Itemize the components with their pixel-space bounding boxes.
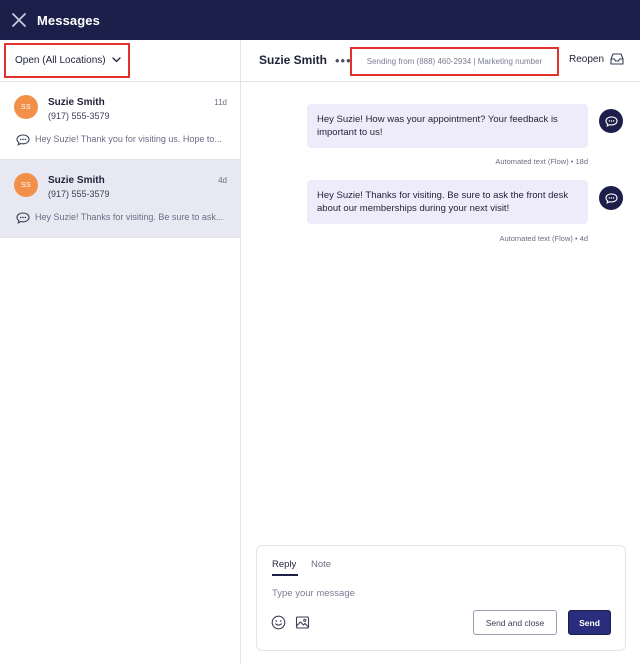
close-icon[interactable]: [11, 12, 27, 28]
message-bubble: Hey Suzie! Thanks for visiting. Be sure …: [307, 180, 588, 224]
conversation-phone: (917) 555-3579: [48, 111, 110, 121]
chat-bubble-icon: [16, 211, 30, 229]
tab-reply[interactable]: Reply: [272, 559, 296, 570]
contact-name: Suzie Smith: [259, 53, 328, 67]
sending-from-selector[interactable]: Sending from (888) 460-2934 | Marketing …: [350, 47, 559, 76]
chat-panel: Suzie Smith ••• Sending from (888) 460-2…: [241, 40, 640, 664]
conversation-sidebar: Open (All Locations) SS Suzie Smith (917…: [0, 40, 241, 664]
location-filter-dropdown[interactable]: Open (All Locations): [4, 43, 130, 78]
page-title: Messages: [37, 12, 100, 28]
image-icon[interactable]: [295, 615, 310, 635]
top-bar: Messages: [0, 0, 640, 40]
chat-bubble-icon: [599, 186, 623, 210]
conversation-item[interactable]: SS Suzie Smith (917) 555-3579 11d Hey Su…: [0, 82, 240, 160]
conversation-preview: Hey Suzie! Thanks for visiting. Be sure …: [35, 212, 224, 222]
message-meta: Automated text (Flow) • 4d: [499, 234, 589, 243]
conversation-item[interactable]: SS Suzie Smith (917) 555-3579 4d Hey Suz…: [0, 160, 240, 238]
send-and-close-button[interactable]: Send and close: [473, 610, 557, 635]
avatar: SS: [14, 173, 38, 197]
message-composer: Reply Note Send and close Send: [256, 545, 626, 651]
reopen-button[interactable]: Reopen: [569, 54, 604, 65]
avatar: SS: [14, 95, 38, 119]
conversation-name: Suzie Smith: [48, 97, 105, 108]
message-input[interactable]: [272, 584, 612, 602]
filter-bar: Open (All Locations): [0, 40, 240, 82]
inbox-icon[interactable]: [609, 52, 625, 71]
chat-bubble-icon: [16, 133, 30, 151]
chevron-down-icon: [111, 55, 121, 66]
send-button[interactable]: Send: [568, 610, 611, 635]
conversation-name: Suzie Smith: [48, 175, 105, 186]
conversation-preview: Hey Suzie! Thank you for visiting us. Ho…: [35, 134, 222, 144]
conversation-time: 11d: [214, 98, 227, 107]
message-meta: Automated text (Flow) • 18d: [495, 157, 588, 166]
chat-header: Suzie Smith ••• Sending from (888) 460-2…: [241, 40, 640, 82]
filter-label: Open (All Locations): [15, 55, 106, 66]
conversation-phone: (917) 555-3579: [48, 189, 110, 199]
active-tab-indicator: [272, 574, 298, 576]
tab-note[interactable]: Note: [311, 559, 331, 570]
conversation-time: 4d: [218, 176, 227, 185]
chat-bubble-icon: [599, 109, 623, 133]
emoji-icon[interactable]: [271, 615, 286, 635]
message-bubble: Hey Suzie! How was your appointment? You…: [307, 104, 588, 148]
